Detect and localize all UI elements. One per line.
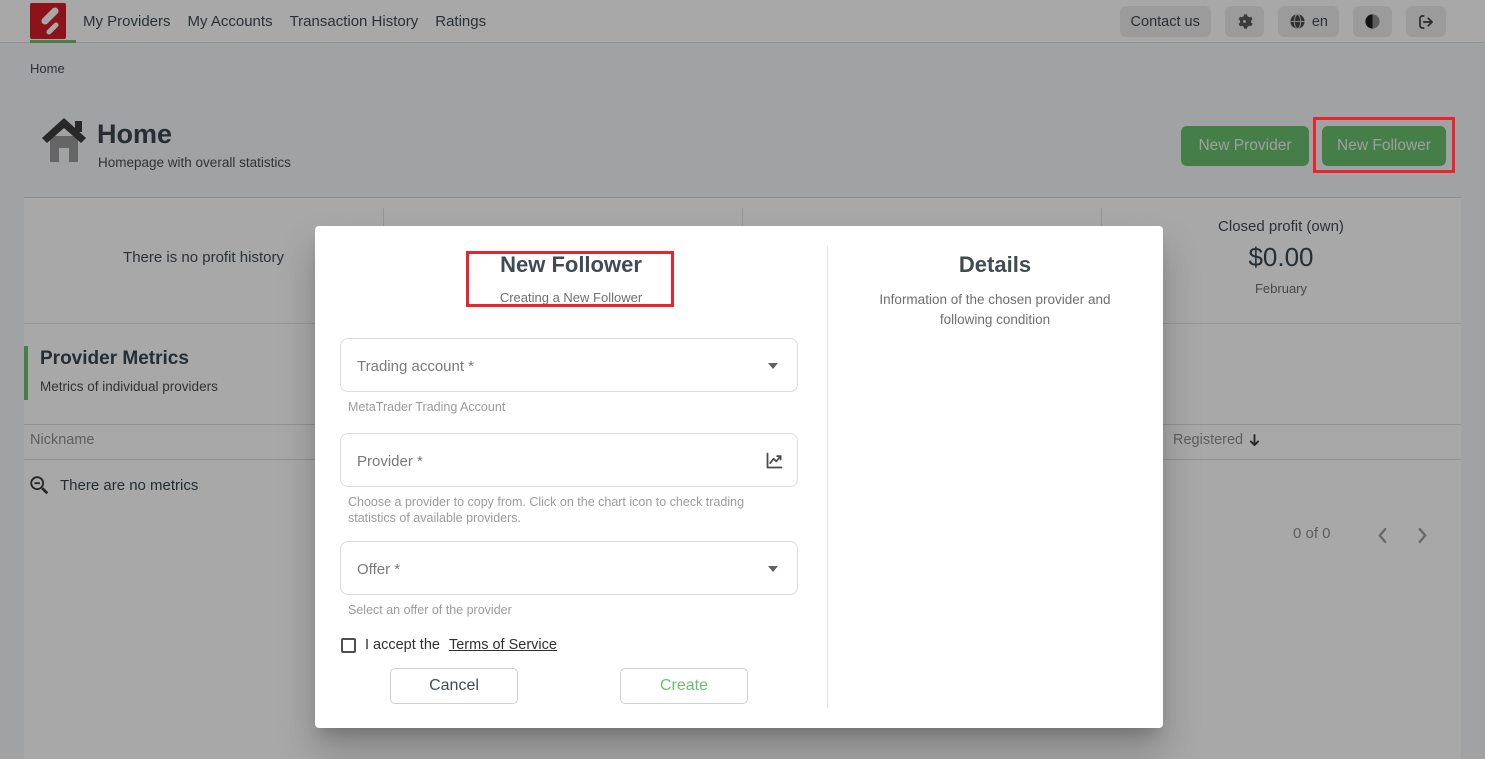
- chevron-down-icon: [768, 363, 778, 369]
- trading-account-select[interactable]: Trading account *: [340, 338, 798, 392]
- dialog-subtitle: Creating a New Follower: [315, 290, 827, 305]
- chart-icon: [764, 450, 785, 471]
- trading-account-helper: MetaTrader Trading Account: [348, 399, 505, 415]
- terms-checkbox[interactable]: [341, 638, 356, 653]
- terms-text: I accept the: [365, 637, 440, 653]
- provider-select[interactable]: Provider *: [340, 433, 798, 487]
- details-title: Details: [827, 252, 1163, 278]
- new-follower-dialog: New Follower Creating a New Follower Tra…: [315, 226, 1163, 728]
- provider-statistics-button[interactable]: [764, 450, 785, 474]
- create-button[interactable]: Create: [620, 668, 748, 704]
- provider-helper: Choose a provider to copy from. Click on…: [348, 494, 768, 526]
- terms-row: I accept the Terms of Service: [341, 637, 557, 653]
- terms-of-service-link[interactable]: Terms of Service: [449, 637, 557, 653]
- dialog-title: New Follower: [315, 252, 827, 278]
- offer-label: Offer *: [357, 542, 400, 596]
- offer-select[interactable]: Offer *: [340, 541, 798, 595]
- offer-helper: Select an offer of the provider: [348, 602, 512, 618]
- dialog-divider: [827, 246, 828, 708]
- details-subtitle: Information of the chosen provider and f…: [875, 290, 1115, 330]
- chevron-down-icon: [768, 566, 778, 572]
- trading-account-label: Trading account *: [357, 339, 474, 393]
- provider-label: Provider *: [357, 434, 423, 488]
- cancel-button[interactable]: Cancel: [390, 668, 518, 704]
